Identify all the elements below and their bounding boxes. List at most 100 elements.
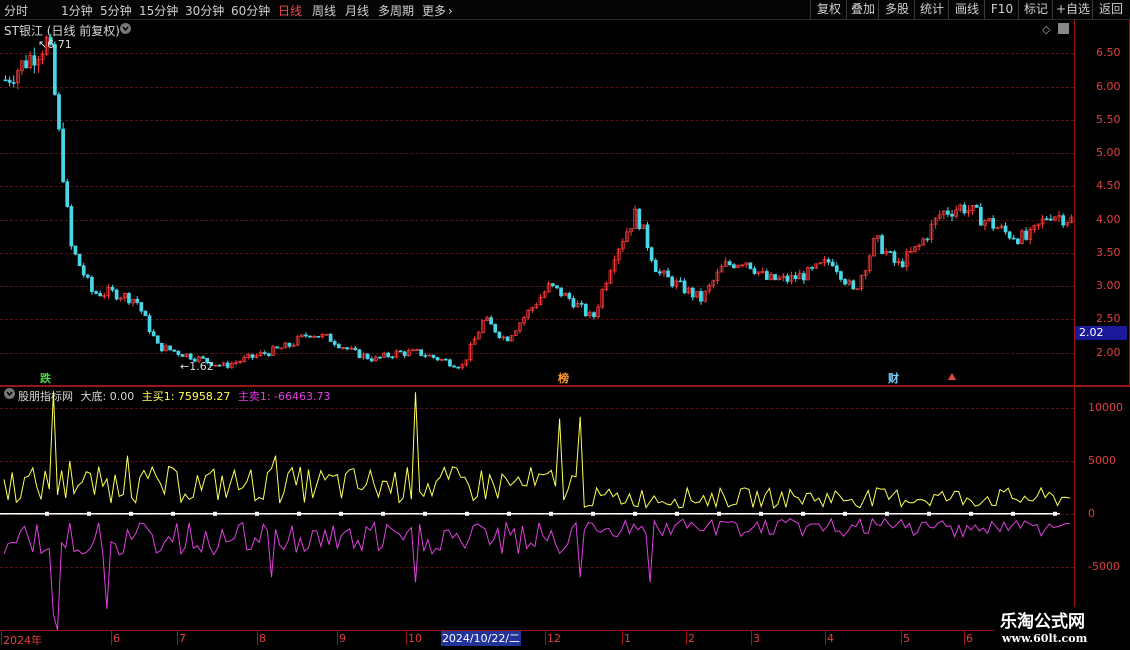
tab-weekly[interactable]: 周线 — [312, 2, 336, 19]
candle-body — [579, 302, 584, 305]
x-axis-label: 6 — [113, 632, 120, 645]
tab-monthly[interactable]: 月线 — [345, 2, 369, 19]
candle-body — [785, 275, 790, 282]
da-di-marker — [927, 511, 931, 516]
watermark: 乐淘公式网 www.60lt.com — [994, 607, 1130, 650]
candle-body — [11, 82, 16, 84]
x-axis-label: 7 — [179, 632, 186, 645]
mark-button[interactable]: 标记 — [1018, 0, 1053, 19]
candle-body — [1048, 218, 1053, 221]
tab-15min[interactable]: 15分钟 — [139, 2, 178, 19]
candle-body — [493, 323, 498, 333]
candle-body — [670, 276, 675, 287]
candle-body — [773, 274, 777, 281]
candle-body — [73, 245, 78, 255]
candle-body — [682, 280, 687, 294]
candle-body — [275, 346, 279, 349]
candle-body — [61, 128, 65, 182]
candle-body — [53, 43, 57, 95]
candle-body — [559, 287, 563, 297]
candle-body — [962, 204, 967, 214]
candle-body — [843, 279, 847, 285]
x-axis-label: 9 — [339, 632, 346, 645]
event-tag-drop[interactable]: 跌 — [40, 370, 51, 386]
multi-stock-button[interactable]: 多股 — [878, 0, 915, 19]
candle-body — [345, 347, 349, 350]
candle-body — [160, 342, 164, 352]
candle-body — [649, 247, 654, 261]
candle-body — [180, 354, 185, 357]
candle-body — [287, 342, 292, 347]
tab-more[interactable]: 更多 › — [422, 2, 453, 19]
event-tag-finance[interactable]: 财 — [888, 370, 899, 386]
tab-30min[interactable]: 30分钟 — [185, 2, 224, 19]
candle-body — [946, 210, 950, 215]
price-axis-label: 3.00 — [1096, 279, 1121, 293]
statistics-button[interactable]: 统计 — [914, 0, 949, 19]
x-axis-label: 5 — [903, 632, 910, 645]
candle-body — [147, 315, 152, 333]
overlay-button[interactable]: 叠加 — [846, 0, 879, 19]
candle-body — [386, 352, 391, 358]
candle-body — [77, 253, 82, 267]
x-axis-tick — [901, 631, 902, 645]
candle-body — [690, 287, 695, 298]
x-axis-label: 12 — [547, 632, 561, 645]
candle-body — [336, 344, 341, 349]
candle-body — [225, 362, 230, 368]
tab-multi-period[interactable]: 多周期 — [378, 2, 414, 19]
candle-body — [826, 259, 831, 263]
candle-body — [1044, 218, 1049, 221]
top-toolbar: 分时 1分钟 5分钟 15分钟 30分钟 60分钟 日线 周线 月线 多周期 更… — [0, 0, 1130, 20]
price-axis-label: 6.00 — [1096, 79, 1121, 93]
tab-daily[interactable]: 日线 — [278, 2, 302, 19]
candle-body — [505, 336, 510, 342]
candle-body — [90, 276, 94, 292]
candle-body — [110, 287, 115, 291]
indicator-axis-label: 10000 — [1088, 401, 1123, 415]
tab-1min[interactable]: 1分钟 — [61, 2, 93, 19]
price-axis-label: 6.50 — [1096, 46, 1121, 60]
f10-button[interactable]: F10 — [984, 0, 1019, 19]
tab-fenshi[interactable]: 分时 — [4, 2, 28, 19]
candle-body — [880, 235, 884, 255]
da-di-marker — [1053, 511, 1057, 516]
candle-body — [316, 335, 321, 338]
high-price-label: ↖6.71 — [38, 38, 72, 51]
candle-body — [802, 273, 806, 281]
cursor-date: 2024/10/22/二 — [441, 631, 521, 646]
candle-body — [978, 206, 983, 226]
x-axis-tick — [545, 631, 546, 645]
candle-body — [139, 302, 144, 312]
x-axis-line — [0, 630, 1075, 631]
da-di-marker — [87, 511, 91, 516]
da-di-marker — [633, 511, 637, 516]
main-sell-line — [3, 517, 1070, 630]
indicator-chart — [0, 392, 1071, 630]
tab-5min[interactable]: 5分钟 — [100, 2, 132, 19]
candle-body — [419, 349, 424, 356]
candle-body — [839, 271, 843, 280]
candlestick-chart — [3, 33, 1074, 370]
x-axis-tick — [1, 631, 2, 645]
candle-body — [332, 341, 337, 345]
candle-body — [567, 292, 572, 299]
add-watchlist-button[interactable]: +自选 — [1052, 0, 1093, 19]
candle-body — [637, 208, 642, 230]
candle-body — [57, 94, 61, 130]
back-button[interactable]: 返回 — [1092, 0, 1129, 19]
event-tag-list[interactable]: 榜 — [558, 370, 569, 386]
restore-rights-button[interactable]: 复权 — [810, 0, 847, 19]
tab-60min[interactable]: 60分钟 — [231, 2, 270, 19]
da-di-marker — [549, 511, 553, 516]
candle-body — [201, 356, 205, 359]
x-axis-label: 6 — [966, 632, 973, 645]
indicator-axis-label: -5000 — [1088, 559, 1120, 573]
x-axis-tick — [177, 631, 178, 645]
draw-line-button[interactable]: 画线 — [948, 0, 985, 19]
candle-body — [304, 334, 308, 337]
indicator-axis-label: 5000 — [1088, 453, 1116, 467]
x-axis-label: 10 — [408, 632, 422, 645]
low-price-value: 1.62 — [189, 360, 214, 373]
candle-body — [308, 335, 312, 338]
